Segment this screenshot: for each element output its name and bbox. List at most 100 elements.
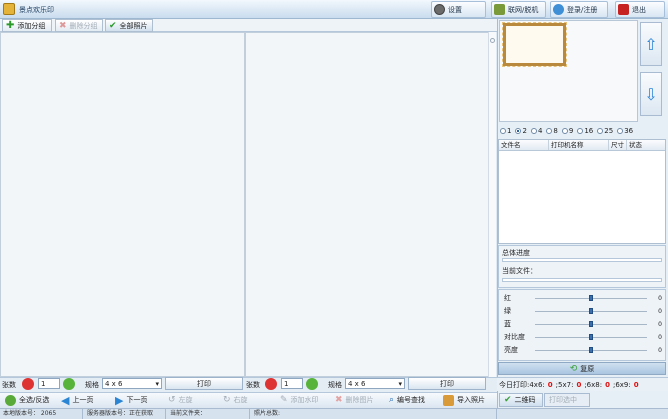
move-up-button[interactable]: ⇧: [640, 22, 662, 66]
prev-page-button[interactable]: ◀ 上一页: [58, 392, 108, 408]
decrement-count-button[interactable]: [22, 378, 34, 390]
radio-icon: [577, 128, 584, 134]
radio-icon: [530, 128, 537, 134]
slider-value: 0: [658, 307, 662, 315]
total-progress-bar: [502, 258, 662, 262]
network-toggle-button[interactable]: 联网/脱机: [491, 1, 546, 18]
current-file-label: 当前文件：: [502, 267, 537, 275]
count-input-left[interactable]: 1: [38, 378, 60, 389]
settings-button[interactable]: 设置: [431, 1, 486, 18]
printer-table[interactable]: 文件名 打印机名称 尺寸 状态: [498, 139, 666, 244]
spec-select-left[interactable]: 4 x 6 ▾: [102, 378, 162, 389]
import-photo-button[interactable]: 导入照片: [440, 392, 492, 408]
delete-icon: ✖: [335, 395, 343, 405]
antenna-icon: [494, 4, 505, 15]
rotate-left-button[interactable]: ↺ 左旋: [165, 392, 210, 408]
layout-option-8[interactable]: 8: [546, 127, 558, 135]
slider-value: 0: [658, 333, 662, 341]
move-down-button[interactable]: ⇩: [640, 72, 662, 116]
chevron-down-icon: ▾: [398, 380, 402, 388]
delete-photo-button[interactable]: ✖ 删除图片: [332, 392, 384, 408]
printer-table-header: 文件名 打印机名称 尺寸 状态: [499, 140, 665, 151]
local-version: 本地版本号： 2065: [0, 409, 83, 419]
slider-label: 对比度: [504, 333, 525, 341]
next-page-button[interactable]: ▶ 下一页: [112, 392, 162, 408]
checkmark-icon: ✔: [504, 395, 512, 405]
count-4x6: 0: [547, 380, 553, 389]
decrement-count-button[interactable]: [265, 378, 277, 390]
print-button-left[interactable]: 打印: [165, 377, 243, 390]
restore-button[interactable]: ⟲ 复原: [498, 362, 666, 375]
slider-row: 蓝0: [504, 318, 662, 330]
qr-code-tab[interactable]: ✔ 二维码: [499, 393, 543, 407]
slider-row: 亮度 0: [504, 344, 662, 356]
check-circle-icon: [5, 394, 16, 406]
slider-handle[interactable]: [589, 321, 593, 327]
column-filename[interactable]: 文件名: [499, 140, 549, 150]
slider-handle[interactable]: [589, 347, 593, 353]
radio-icon: [546, 128, 553, 134]
radio-icon: [515, 128, 522, 134]
slider-value: 0: [658, 320, 662, 328]
layout-option-1[interactable]: 1: [500, 127, 511, 135]
search-icon: ⌕: [389, 395, 395, 405]
spec-select-right[interactable]: 4 x 6 ▾: [345, 378, 405, 389]
slider-handle[interactable]: [589, 295, 593, 301]
photo-thumbnail[interactable]: [502, 22, 567, 67]
slider-handle[interactable]: [589, 308, 593, 314]
slider-label: 蓝: [504, 320, 511, 328]
arrow-down-icon: ⇩: [644, 84, 658, 104]
photo-pane-left[interactable]: [0, 32, 245, 377]
today-print-count: 今日打印:4x6: 0 ;5x7: 0 ;6x8: 0 ;6x9: 0: [497, 377, 668, 391]
exit-button[interactable]: 退出: [615, 1, 665, 18]
add-group-button[interactable]: ✚ 添加分组: [2, 19, 52, 32]
radio-icon: [561, 128, 568, 134]
arrow-up-icon: ⇧: [644, 34, 658, 54]
app-title: 景点欢乐印: [19, 6, 54, 14]
increment-count-button[interactable]: [63, 378, 75, 390]
chevron-down-icon: ▾: [155, 380, 159, 388]
print-selected-tab[interactable]: 打印选中: [544, 393, 590, 407]
all-photos-button[interactable]: ✔ 全部照片: [105, 19, 153, 32]
photo-pane-scrollbar[interactable]: [488, 32, 496, 377]
server-version: 服务器版本号：正在获取: [84, 409, 166, 419]
total-photos: 照片总数:: [251, 409, 497, 419]
layout-option-25[interactable]: 25: [597, 127, 613, 135]
count-input-right[interactable]: 1: [281, 378, 303, 389]
checkmark-icon: ✔: [109, 20, 117, 31]
layout-option-2[interactable]: 2: [515, 127, 527, 135]
column-status[interactable]: 状态: [627, 140, 665, 150]
count-5x7: 0: [576, 380, 582, 389]
delete-group-button[interactable]: ✖ 删除分组: [55, 19, 103, 32]
column-size[interactable]: 尺寸: [609, 140, 627, 150]
arrow-left-icon: ◀: [61, 393, 70, 407]
rotate-right-button[interactable]: ↻ 右旋: [220, 392, 265, 408]
select-all-button[interactable]: 全选/反选: [2, 392, 56, 408]
delete-icon: ✖: [59, 20, 67, 31]
scroll-up-icon: [490, 38, 495, 43]
spec-label: 规格: [85, 381, 99, 389]
increment-count-button[interactable]: [306, 378, 318, 390]
layout-option-16[interactable]: 16: [577, 127, 593, 135]
slider-value: 0: [658, 294, 662, 302]
file-progress-bar: [502, 278, 662, 282]
radio-icon: [617, 128, 624, 134]
print-button-right[interactable]: 打印: [408, 377, 486, 390]
layout-option-36[interactable]: 36: [617, 127, 633, 135]
exit-door-icon: [618, 4, 629, 15]
color-adjustments: 红 0 绿 0 蓝 0 对比度 0 亮度 0: [498, 289, 666, 361]
column-printer-name[interactable]: 打印机名称: [549, 140, 609, 150]
login-register-button[interactable]: 登录/注册: [550, 1, 608, 18]
plus-icon: ✚: [6, 20, 15, 31]
add-watermark-button[interactable]: ✎ 添加水印: [277, 392, 329, 408]
count-label: 张数: [246, 381, 260, 389]
slider-row: 对比度 0: [504, 331, 662, 343]
rotate-right-icon: ↻: [223, 395, 231, 405]
number-search-button[interactable]: ⌕ 编号查找: [386, 392, 436, 408]
layout-option-9[interactable]: 9: [561, 127, 573, 135]
layout-option-4[interactable]: 4: [530, 127, 542, 135]
slider-handle[interactable]: [589, 334, 593, 340]
slider-label: 红: [504, 294, 511, 302]
photo-pane-right[interactable]: [245, 32, 489, 377]
count-label: 张数: [2, 381, 16, 389]
